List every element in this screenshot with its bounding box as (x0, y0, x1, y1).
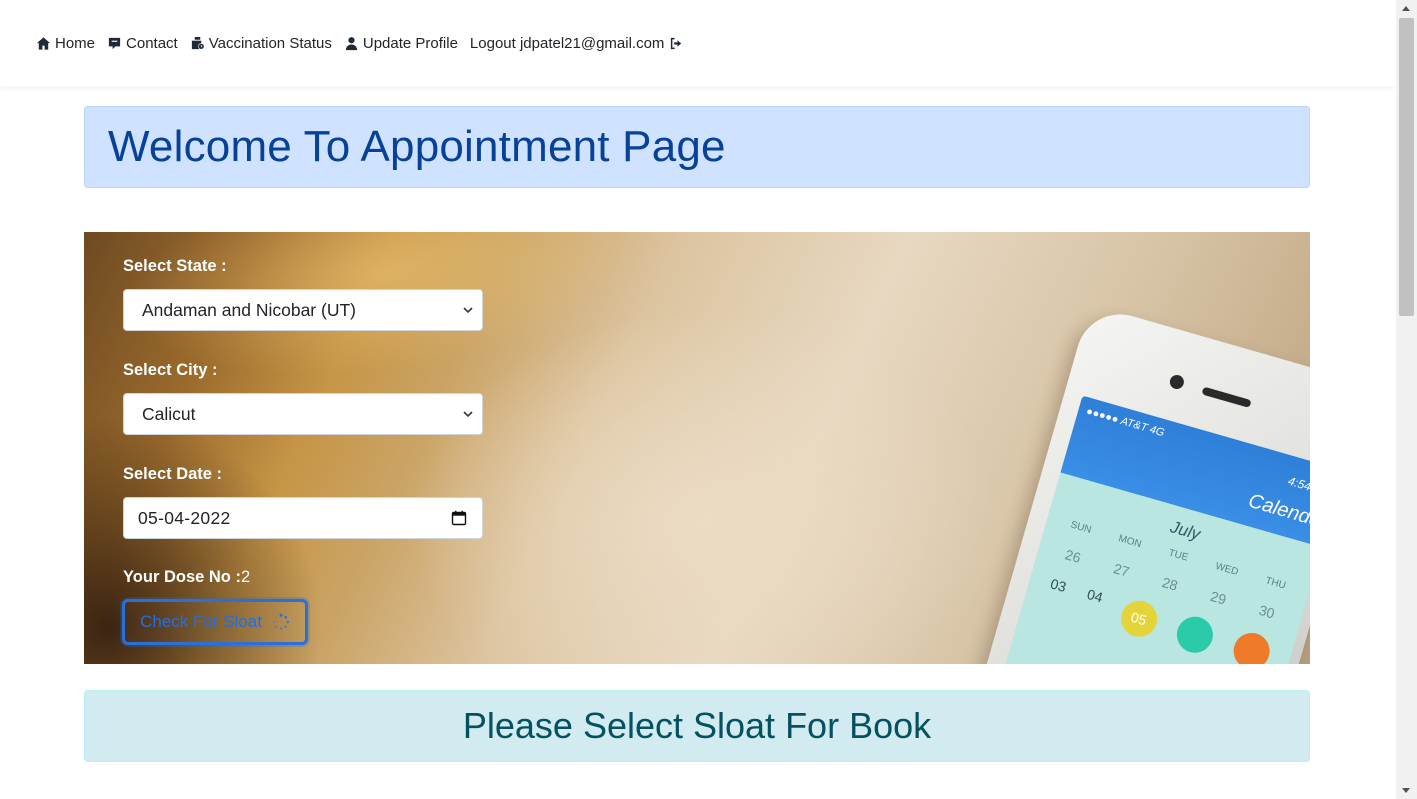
nav-vaccination-label: Vaccination Status (208, 34, 332, 52)
comment-icon (108, 37, 121, 49)
phone-time: 4:54 PM (1286, 473, 1310, 500)
day-dot (1172, 612, 1218, 658)
chevron-down-icon (463, 411, 473, 418)
dose-number: Your Dose No :2 (123, 568, 250, 587)
day-number: 26 (1063, 546, 1083, 566)
user-icon (345, 36, 357, 50)
chevron-down-icon (463, 307, 473, 314)
state-select-value: Andaman and Nicobar (UT) (142, 299, 356, 320)
top-navbar: Home Contact Vaccination Status Update P… (0, 0, 1396, 86)
day-number: 04 (1085, 585, 1105, 606)
check-slot-label: Check For Sloat (140, 612, 262, 631)
vaccine-icon (191, 36, 205, 49)
dose-value: 2 (240, 568, 251, 586)
home-icon (36, 36, 51, 50)
scrollbar-thumb[interactable] (1399, 18, 1414, 316)
date-label: Select Date : (123, 465, 223, 483)
city-select-value: Calicut (142, 403, 196, 424)
loading-spinner-icon (273, 613, 289, 630)
nav-logout-link[interactable]: Logout jdpatel21@gmail.com (470, 35, 685, 52)
calendar-icon[interactable] (451, 510, 467, 526)
weekday: TUE (1167, 547, 1190, 564)
scroll-down-arrow-icon[interactable] (1402, 788, 1410, 793)
weekday: SUN (1069, 519, 1093, 536)
check-slot-button[interactable]: Check For Sloat (122, 599, 308, 645)
welcome-banner: Welcome To Appointment Page (84, 106, 1310, 188)
slot-selection-banner: Please Select Sloat For Book (84, 690, 1310, 762)
day-number: 27 (1111, 560, 1132, 580)
scroll-up-arrow-icon[interactable] (1402, 6, 1410, 11)
phone-app-name: Calendar (1245, 489, 1310, 534)
nav-contact-link[interactable]: Contact (107, 35, 178, 52)
day-number: 28 (1160, 574, 1180, 594)
day-number-highlight: 05 (1116, 596, 1161, 641)
date-input[interactable]: 05-04-2022 (123, 497, 483, 539)
phone-illustration: ●●●●● AT&T 4G 4:54 PM Calendar July SUN … (963, 304, 1310, 664)
sign-out-icon (671, 37, 682, 49)
day-number: 29 (1208, 587, 1229, 608)
page-title: Welcome To Appointment Page (108, 122, 726, 171)
weekday: MON (1117, 533, 1143, 551)
weekday: WED (1214, 560, 1240, 578)
nav-update-profile-label: Update Profile (362, 34, 458, 52)
nav-contact-label: Contact (126, 34, 178, 52)
nav-vaccination-link[interactable]: Vaccination Status (190, 35, 332, 52)
page-scrollbar[interactable] (1396, 0, 1417, 799)
nav-home-label: Home (55, 34, 96, 52)
dose-label: Your Dose No : (123, 568, 241, 586)
day-number: 03 (1048, 575, 1069, 596)
day-number: 30 (1257, 601, 1277, 622)
state-label: Select State : (123, 257, 227, 275)
date-input-value: 05-04-2022 (138, 507, 231, 528)
nav-home-link[interactable]: Home (36, 35, 95, 52)
state-select[interactable]: Andaman and Nicobar (UT) (123, 289, 483, 331)
nav-logout-label: Logout jdpatel21@gmail.com (469, 34, 665, 52)
day-dot (1229, 628, 1274, 664)
nav-update-profile-link[interactable]: Update Profile (344, 35, 458, 52)
city-select[interactable]: Calicut (123, 393, 483, 435)
slot-banner-text: Please Select Sloat For Book (462, 705, 932, 746)
weekday: THU (1264, 575, 1287, 592)
city-label: Select City : (123, 361, 218, 379)
